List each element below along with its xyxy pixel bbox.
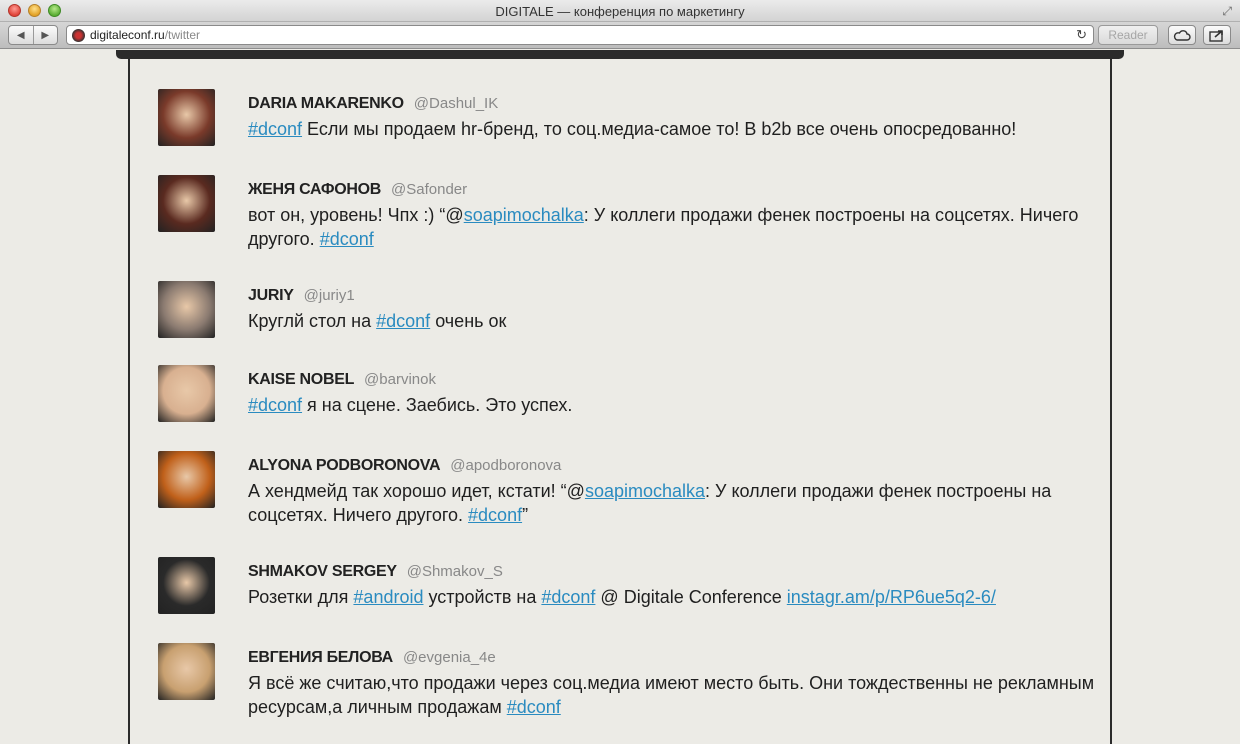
tweet-body: SHMAKOV SERGEY @Shmakov_S Розетки для #and…: [248, 561, 1098, 609]
tweet-link[interactable]: soapimochalka: [464, 205, 584, 225]
hashtag-link[interactable]: #dconf: [248, 395, 302, 415]
tweet-body: ЖЕНЯ САФОНОВ @Safonder вот он, уровень! Чп…: [248, 179, 1098, 251]
fullscreen-icon[interactable]: ⤢: [1222, 4, 1232, 19]
hashtag-link[interactable]: #dconf: [541, 587, 595, 607]
tweet-text-segment: Я всё же считаю,что продажи через соц.ме…: [248, 673, 1095, 717]
author-handle[interactable]: @Shmakov_S: [407, 563, 503, 580]
tweet-header: ALYONA PODBORONOVA @apodboronova: [248, 455, 1098, 479]
tweet-text-segment: вот он, уровень! Чпх :) “@: [248, 205, 464, 225]
window-title: DIGITALE — конференция по маркетингу: [495, 4, 745, 19]
site-favicon-icon: [72, 28, 85, 42]
tweet-body: KAISE NOBEL @barvinok #dconf я на сцене. З…: [248, 369, 1098, 417]
hashtag-link[interactable]: #dconf: [507, 697, 561, 717]
share-button[interactable]: [1203, 25, 1231, 45]
author-name[interactable]: ЕВГЕНИЯ БЕЛОВА: [248, 649, 393, 666]
author-handle[interactable]: @barvinok: [364, 371, 436, 388]
author-handle[interactable]: @Safonder: [391, 181, 467, 198]
share-icon: [1209, 29, 1223, 42]
author-name[interactable]: ALYONA PODBORONOVA: [248, 457, 441, 474]
tweet-text-segment: устройств на: [423, 587, 542, 607]
tweet-body: DARIA MAKARENKO @Dashul_IK #dconf Если мы …: [248, 93, 1098, 141]
tweet-body: JURIY @juriy1 Круглй стол на #dconf очень …: [248, 285, 1098, 333]
address-bar[interactable]: digitaleconf.ru/twitter ↻: [66, 25, 1094, 45]
back-arrow-icon: ◀: [16, 29, 25, 41]
tweet-text: вот он, уровень! Чпх :) “@soapimochalka:…: [248, 203, 1098, 251]
tweet-text-segment: А хендмейд так хорошо идет, кстати! “@: [248, 481, 585, 501]
tweet-text-segment: очень ок: [430, 311, 507, 331]
reload-icon[interactable]: ↻: [1076, 27, 1087, 43]
tweet-text: #dconf я на сцене. Заебись. Это успех.: [248, 393, 1098, 417]
author-handle[interactable]: @Dashul_IK: [414, 95, 498, 112]
forward-button[interactable]: ▶: [32, 26, 58, 44]
page-header-bar: [116, 50, 1124, 59]
url-domain: digitaleconf.ru: [90, 28, 165, 42]
hashtag-link[interactable]: #dconf: [468, 505, 522, 525]
forward-arrow-icon: ▶: [41, 29, 50, 41]
author-handle[interactable]: @apodboronova: [450, 457, 561, 474]
tweet-body: ALYONA PODBORONOVA @apodboronova А хендмей…: [248, 455, 1098, 527]
tweet-body: ЕВГЕНИЯ БЕЛОВА @evgenia_4e Я всё же считаю…: [248, 647, 1098, 719]
url-path: /twitter: [164, 28, 201, 42]
author-handle[interactable]: @juriy1: [304, 287, 355, 304]
tweet-text: Я всё же считаю,что продажи через соц.ме…: [248, 671, 1098, 719]
tweet-text-segment: @ Digitale Conference: [595, 587, 787, 607]
tweet-link[interactable]: instagr.am/p/RP6ue5q2-6/: [787, 587, 996, 607]
avatar[interactable]: [158, 643, 215, 700]
icloud-tabs-button[interactable]: [1168, 25, 1196, 45]
nav-buttons: ◀ ▶: [8, 25, 58, 45]
tweet-text: #dconf Если мы продаем hr-бренд, то соц.…: [248, 117, 1098, 141]
tweet-text-segment: я на сцене. Заебись. Это успех.: [302, 395, 573, 415]
avatar[interactable]: [158, 281, 215, 338]
reader-button[interactable]: Reader: [1098, 25, 1158, 45]
tweet-link[interactable]: soapimochalka: [585, 481, 705, 501]
tweet-text-segment: Розетки для: [248, 587, 354, 607]
cloud-icon: [1173, 30, 1191, 41]
author-name[interactable]: SHMAKOV SERGEY: [248, 563, 397, 580]
twitter-feed: DARIA MAKARENKO @Dashul_IK #dconf Если мы …: [128, 59, 1112, 744]
author-name[interactable]: ЖЕНЯ САФОНОВ: [248, 181, 381, 198]
tweet-header: JURIY @juriy1: [248, 285, 1098, 309]
tweet-text: Розетки для #android устройств на #dconf…: [248, 585, 1098, 609]
tweet-text-segment: Если мы продаем hr-бренд, то соц.медиа-с…: [302, 119, 1017, 139]
tweet-text: Круглй стол на #dconf очень ок: [248, 309, 1098, 333]
avatar[interactable]: [158, 175, 215, 232]
avatar[interactable]: [158, 451, 215, 508]
back-button[interactable]: ◀: [9, 26, 33, 44]
browser-toolbar: ◀ ▶ digitaleconf.ru/twitter ↻ Reader: [0, 22, 1240, 49]
tweet-text-segment: Круглй стол на: [248, 311, 377, 331]
tweet-header: ЖЕНЯ САФОНОВ @Safonder: [248, 179, 1098, 203]
hashtag-link[interactable]: #android: [353, 587, 423, 607]
avatar[interactable]: [158, 89, 215, 146]
tweet-header: ЕВГЕНИЯ БЕЛОВА @evgenia_4e: [248, 647, 1098, 671]
author-name[interactable]: JURIY: [248, 287, 294, 304]
author-name[interactable]: KAISE NOBEL: [248, 371, 354, 388]
author-name[interactable]: DARIA MAKARENKO: [248, 95, 404, 112]
tweet-header: SHMAKOV SERGEY @Shmakov_S: [248, 561, 1098, 585]
window-titlebar: DIGITALE — конференция по маркетингу ⤢: [0, 0, 1240, 22]
tweet-header: DARIA MAKARENKO @Dashul_IK: [248, 93, 1098, 117]
avatar[interactable]: [158, 557, 215, 614]
hashtag-link[interactable]: #dconf: [376, 311, 430, 331]
avatar[interactable]: [158, 365, 215, 422]
hashtag-link[interactable]: #dconf: [248, 119, 302, 139]
author-handle[interactable]: @evgenia_4e: [403, 649, 496, 666]
tweet-header: KAISE NOBEL @barvinok: [248, 369, 1098, 393]
tweet-text-segment: ”: [522, 505, 529, 525]
tweet-text: А хендмейд так хорошо идет, кстати! “@so…: [248, 479, 1098, 527]
hashtag-link[interactable]: #dconf: [320, 229, 374, 249]
